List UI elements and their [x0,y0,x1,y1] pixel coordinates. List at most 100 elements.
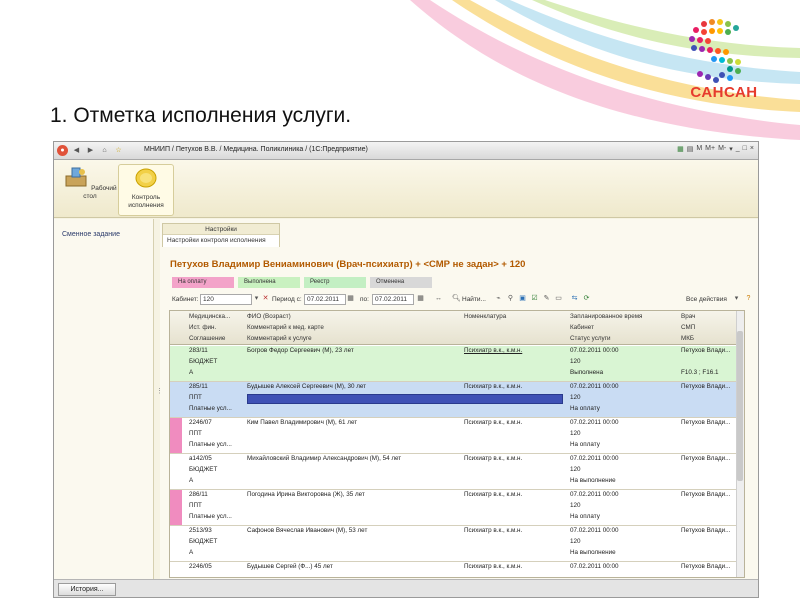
save-icon[interactable]: ▣ [518,294,527,304]
forward-icon[interactable]: ▶ [85,145,96,156]
agreement-cell: Платные усл... [189,441,232,448]
section-label: Контроль исполнения [128,194,164,209]
window-titlebar: ● ◀ ▶ ⌂ ☆ МНИИП / Петухов В.В. / Медицин… [54,142,758,160]
app-window: ● ◀ ▶ ⌂ ☆ МНИИП / Петухов В.В. / Медицин… [53,141,759,598]
find-button[interactable]: Найти... [462,296,486,303]
table-row[interactable]: 2513/93 БЮДЖЕТ А Сафонов Вячеслав Иванович … [170,526,744,562]
patient-name-cell: Ким Павел Владимирович (М), 61 лет [247,419,358,426]
col-fin[interactable]: Ист. фин. [189,324,241,331]
planned-time-cell: 07.02.2011 00:00 [570,347,619,354]
card-number-cell: а142/05 [189,455,212,462]
help-icon[interactable]: ? [744,294,753,304]
section-control[interactable]: Контроль исполнения [118,164,174,216]
status-legend: На оплату Выполнена Реестр Отменена [172,277,432,288]
nomenclature-cell: Психиатр в.к., к.м.н. [464,563,523,570]
settings-link[interactable]: Настройки контроля исполнения [163,235,279,247]
table-row[interactable]: 2246/07 ППТ Платные усл... Ким Павел Владим… [170,418,744,454]
dropdown-icon[interactable]: ▾ [729,145,733,153]
calc-icon[interactable]: ▦ [677,145,684,153]
services-table: Медицинска... Ист. фин. Соглашение ФИО (… [169,310,745,578]
calendar-icon[interactable]: ▦ [416,294,425,304]
desktop-icon [65,167,87,187]
memory-m-button[interactable]: M [696,145,702,153]
fin-source-cell: БЮДЖЕТ [189,538,218,545]
col-status[interactable]: Статус услуги [570,335,675,342]
page-heading: Петухов Владимир Вениаминович (Врач-псих… [170,259,526,270]
cabinet-field[interactable]: 120 [200,294,252,305]
col-cabinet[interactable]: Кабинет [570,324,675,331]
status-cell: На выполнение [570,549,616,556]
col-service-comment[interactable]: Комментарий к услуге [247,335,457,342]
planned-time-cell: 07.02.2011 00:00 [570,419,619,426]
date-to-field[interactable]: 07.02.2011 [372,294,414,305]
col-name[interactable]: ФИО (Возраст) [247,313,457,320]
table-row[interactable]: 2246/05 Будышев Сергей (Ф...) 45 лет Психи… [170,562,744,577]
period-label: Период с: [272,296,302,303]
dropdown-icon[interactable]: ▾ [252,294,261,304]
col-planned-time[interactable]: Запланированное время [570,313,675,320]
filter-icon[interactable]: ⚲ [506,294,515,304]
table-row[interactable]: 286/11 ППТ Платные усл... Погодина Ирина Ви… [170,490,744,526]
search-icon[interactable]: 🔍︎ [452,294,461,304]
col-card[interactable]: Медицинска... [189,313,241,320]
sidebar-item-shift-task[interactable]: Сменное задание [62,231,120,238]
fin-source-cell: БЮДЖЕТ [189,358,218,365]
section-desktop[interactable]: Рабочий стол [62,164,118,216]
status-cell: На оплату [570,441,600,448]
mark-done-icon[interactable]: ☑ [530,294,539,304]
table-row[interactable]: а142/05 БЮДЖЕТ А Михайловский Владимир Алек… [170,454,744,490]
back-icon[interactable]: ◀ [71,145,82,156]
service-comment-input[interactable] [247,394,563,404]
clear-icon[interactable]: ✕ [261,294,270,304]
scroll-thumb[interactable] [737,331,743,481]
calendar-icon[interactable]: ▦ [346,294,355,304]
document-icon[interactable]: ▭ [554,294,563,304]
col-agreement[interactable]: Соглашение [189,335,241,342]
close-button[interactable]: × [750,145,754,153]
transfer-icon[interactable]: ⇆ [570,294,579,304]
refresh-icon[interactable]: ⟳ [582,294,591,304]
edit-icon[interactable]: ✎ [542,294,551,304]
card-number-cell: 2246/07 [189,419,212,426]
status-cell: На оплату [570,405,600,412]
app-menu-icon[interactable]: ● [57,145,68,156]
maximize-button[interactable]: □ [743,145,747,153]
table-row[interactable]: 283/11 БЮДЖЕТ А Богров Федор Сергеевич (М),… [170,346,744,382]
slide-title: 1. Отметка исполнения услуги. [50,104,352,127]
patient-name-cell: Сафонов Вячеслав Иванович (М), 53 лет [247,527,368,534]
sections-panel: Рабочий стол Контроль исполнения [54,160,758,218]
period-shift-icon[interactable]: ↔ [434,294,443,304]
memory-minus-button[interactable]: M- [718,145,726,153]
main-panel: Настройки Настройки контроля исполнения … [160,219,758,579]
memory-plus-button[interactable]: M+ [705,145,715,153]
col-nomenclature[interactable]: Номенклатура [464,313,564,320]
patient-name-cell: Богров Федор Сергеевич (М), 23 лет [247,347,354,354]
card-number-cell: 283/11 [189,347,208,354]
dropdown-icon[interactable]: ▾ [732,294,741,304]
planned-time-cell: 07.02.2011 00:00 [570,527,619,534]
vertical-scrollbar[interactable] [736,311,744,577]
agreement-cell: Платные усл... [189,405,232,412]
col-doctor[interactable]: Врач [681,313,736,320]
favorites-star-icon[interactable]: ☆ [113,145,124,156]
date-from-field[interactable]: 07.02.2011 [304,294,346,305]
col-mkb[interactable]: МКБ [681,335,736,342]
card-number-cell: 2246/05 [189,563,212,570]
col-smp[interactable]: СМП [681,324,736,331]
planned-time-cell: 07.02.2011 00:00 [570,491,619,498]
history-button[interactable]: История... [58,583,116,596]
home-icon[interactable]: ⌂ [99,145,110,156]
cancel-search-icon[interactable]: ⌁ [494,294,503,304]
col-card-comment[interactable]: Комментарий к мед. карте [247,324,457,331]
card-number-cell: 2513/93 [189,527,212,534]
minimize-button[interactable]: _ [736,145,740,153]
planned-time-cell: 07.02.2011 00:00 [570,563,619,570]
cabinet-cell: 120 [570,430,581,437]
doctor-cell: Петухов Влади... [681,383,731,390]
row-status-marker [170,490,182,525]
card-number-cell: 286/11 [189,491,208,498]
table-header: Медицинска... Ист. фин. Соглашение ФИО (… [170,311,744,345]
table-row[interactable]: 285/11 ППТ Платные усл... Будышев Алексей С… [170,382,744,418]
all-actions-menu[interactable]: Все действия [686,296,727,303]
calendar-icon[interactable]: ▤ [687,145,694,153]
